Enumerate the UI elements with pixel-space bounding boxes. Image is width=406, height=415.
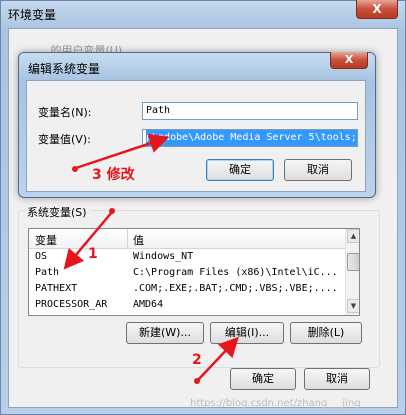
annotation-step-1: 1 (88, 246, 98, 262)
arrow-to-edit-button (197, 336, 239, 381)
watermark: https://blog.csdn.net/zhang___jing (190, 398, 361, 409)
arrow-origin-dot (72, 166, 78, 172)
arrow-origin-dot (194, 378, 200, 384)
arrow-origin-dot (109, 208, 115, 214)
annotation-step-3: 3 修改 (92, 167, 135, 183)
annotation-step-2: 2 (192, 352, 202, 368)
annotation-arrows (63, 133, 239, 384)
